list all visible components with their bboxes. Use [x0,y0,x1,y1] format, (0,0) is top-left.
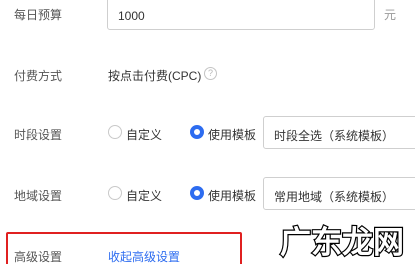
watermark-logo: 广东龙网 [279,224,405,262]
watermark-text: 广东龙网 [280,225,404,261]
time-custom-radio[interactable] [108,125,122,139]
campaign-settings-form: 每日预算 1000 元 付费方式 按点击付费(CPC) ? 时段设置 自定义 使… [0,0,415,264]
budget-value: 1000 [118,9,145,23]
collapse-advanced-link[interactable]: 收起高级设置 [108,248,180,264]
advanced-label: 高级设置 [14,250,63,264]
payment-label: 付费方式 [14,69,63,83]
region-custom-label[interactable]: 自定义 [126,187,162,204]
time-template-label[interactable]: 使用模板 [208,126,256,143]
region-template-select[interactable]: 常用地域（系统模板） [263,177,415,210]
time-setting-label: 时段设置 [14,128,63,142]
time-template-value: 时段全选（系统模板） [274,129,395,143]
budget-input[interactable]: 1000 [107,0,375,30]
budget-unit: 元 [384,8,397,22]
question-circle-icon[interactable]: ? [204,67,217,80]
region-template-value: 常用地域（系统模板） [274,190,395,204]
region-template-radio[interactable] [190,186,204,200]
payment-value: 按点击付费(CPC) [108,69,202,83]
region-setting-label: 地域设置 [14,189,63,203]
budget-label: 每日预算 [14,8,63,22]
region-custom-radio[interactable] [108,186,122,200]
region-template-label[interactable]: 使用模板 [208,187,256,204]
time-custom-label[interactable]: 自定义 [126,126,162,143]
time-template-select[interactable]: 时段全选（系统模板） [263,116,415,149]
time-template-radio[interactable] [190,125,204,139]
